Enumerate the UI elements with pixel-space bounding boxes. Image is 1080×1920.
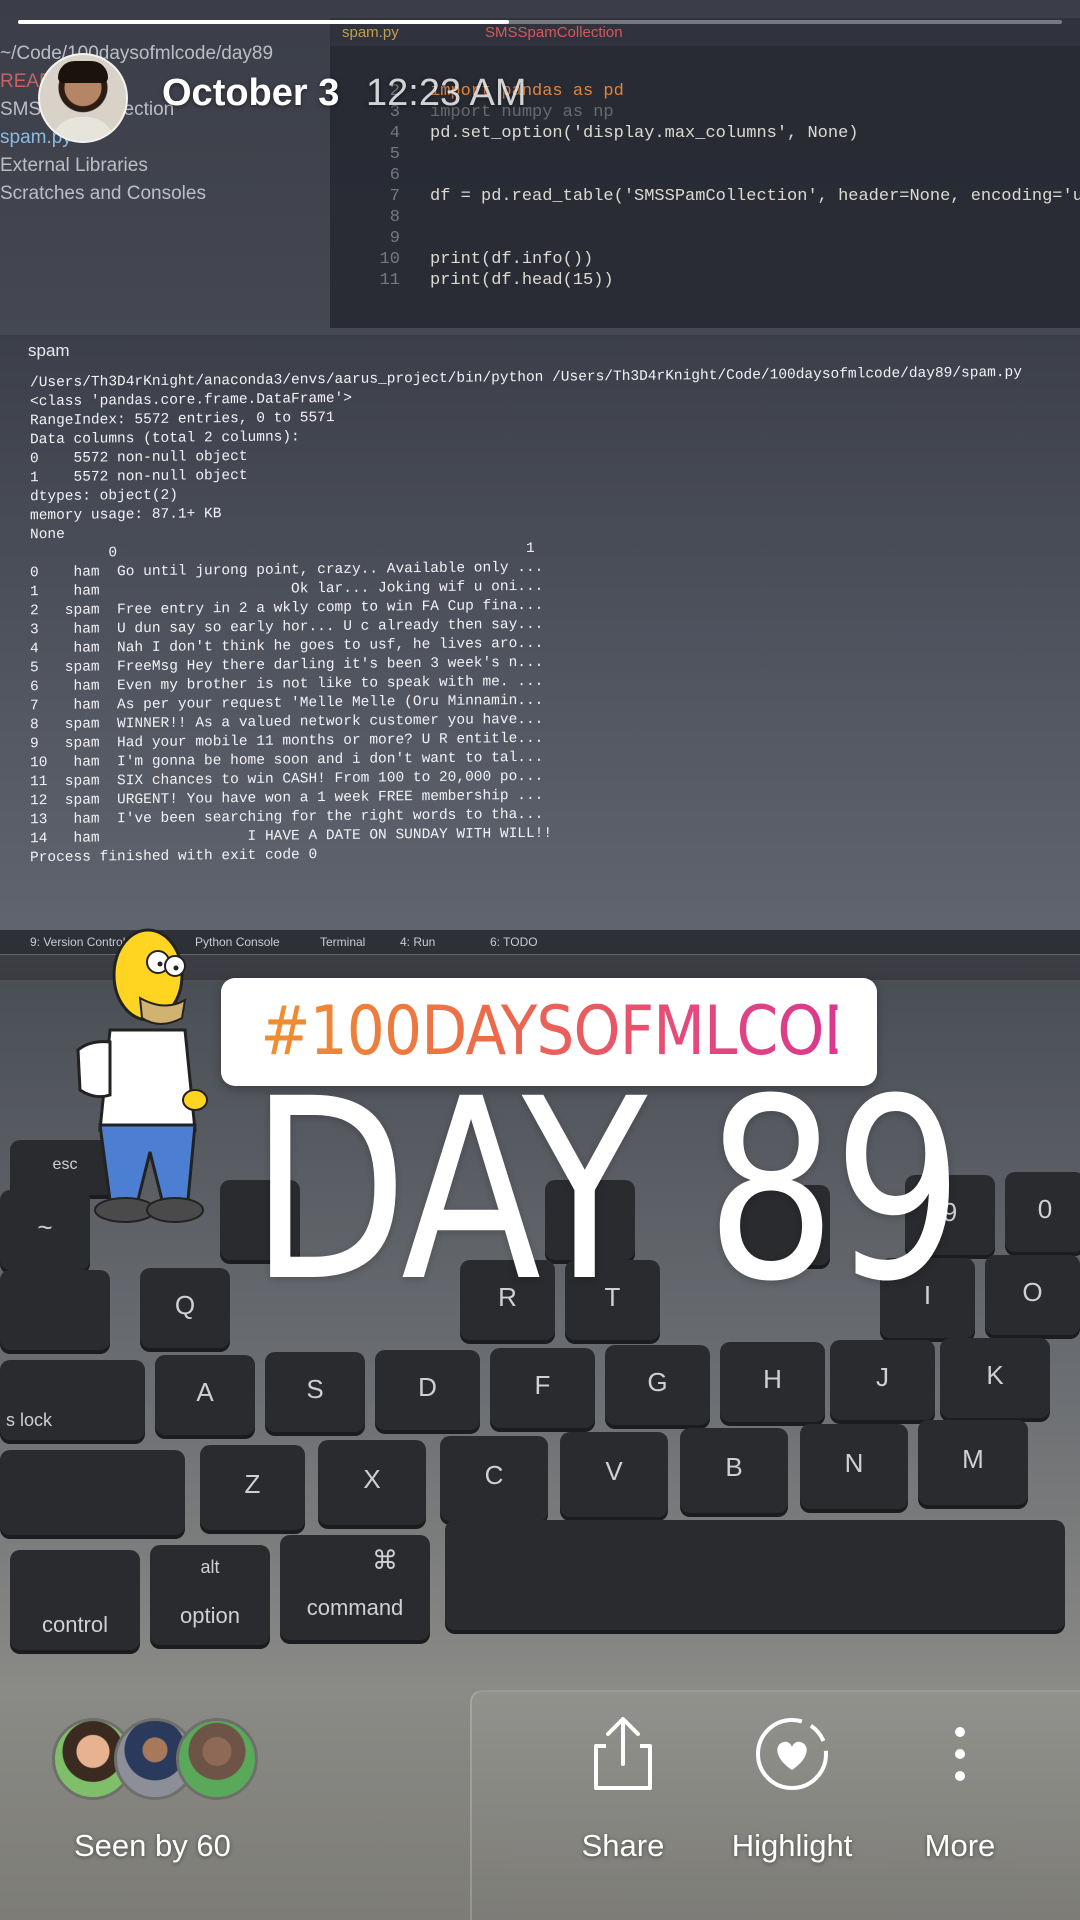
highlight-heart-icon xyxy=(756,1718,828,1790)
photo-console-output: /Users/Th3D4rKnight/anaconda3/envs/aarus… xyxy=(30,364,1022,868)
photo-editor-tab: SMSSpamCollection xyxy=(485,24,623,41)
photo-code-line: 10 print(df.info()) xyxy=(379,250,594,269)
avatar[interactable] xyxy=(38,53,128,143)
photo-key: alt option xyxy=(150,1545,270,1645)
photo-key: J xyxy=(830,1340,935,1420)
photo-key: N xyxy=(800,1424,908,1509)
photo-key: Q xyxy=(140,1268,230,1348)
photo-code-line: 6 xyxy=(389,166,400,185)
seen-by-count[interactable]: Seen by 60 xyxy=(74,1828,231,1864)
photo-code-line: 7 df = pd.read_table('SMSSPamCollection',… xyxy=(389,187,1080,206)
photo-key xyxy=(0,1450,185,1535)
story-timestamp: 12:23 AM xyxy=(366,72,527,114)
photo-toolbar-item: 6: TODO xyxy=(490,935,538,949)
photo-sidebar-line: ~/Code/100daysofmlcode/day89 xyxy=(0,43,274,64)
photo-toolbar-item: Terminal xyxy=(320,935,366,949)
photo-key: B xyxy=(680,1428,788,1513)
photo-code-editor: spam.py SMSSpamCollection 2 import pandas… xyxy=(330,18,1080,328)
photo-key: ⌘ command xyxy=(280,1535,430,1640)
photo-sidebar-line: Scratches and Consoles xyxy=(0,183,206,204)
story-viewer[interactable]: ~/Code/100daysofmlcode/day89 README SMSS… xyxy=(0,0,1080,1920)
day-headline-text[interactable]: DAY 89 xyxy=(250,1066,963,1316)
photo-key: X xyxy=(318,1440,426,1525)
photo-key: H xyxy=(720,1342,825,1422)
photo-key: F xyxy=(490,1348,595,1428)
share-icon xyxy=(594,1717,652,1790)
photo-code-line: 9 xyxy=(389,229,400,248)
photo-code-line: 8 xyxy=(389,208,400,227)
photo-code-line: 11 print(df.head(15)) xyxy=(379,271,614,290)
photo-key-space xyxy=(445,1520,1065,1630)
photo-code-line: 5 xyxy=(389,145,400,164)
highlight-label: Highlight xyxy=(731,1828,853,1863)
story-progress-bar xyxy=(18,20,1062,24)
share-button[interactable]: Share xyxy=(543,1714,703,1894)
avatar-shirt xyxy=(50,117,116,141)
story-progress-fill xyxy=(18,20,509,24)
photo-key: control xyxy=(10,1550,140,1650)
photo-key: V xyxy=(560,1432,668,1517)
photo-key: O xyxy=(985,1255,1080,1335)
photo-key: Z xyxy=(200,1445,305,1530)
highlight-button[interactable]: Highlight xyxy=(712,1714,872,1894)
more-label: More xyxy=(924,1828,996,1863)
avatar-hair xyxy=(58,61,108,83)
photo-key: A xyxy=(155,1355,255,1435)
photo-key: S xyxy=(265,1352,365,1432)
photo-toolbar-item: 4: Run xyxy=(400,935,436,949)
photo-key: D xyxy=(375,1350,480,1430)
photo-key xyxy=(0,1270,110,1350)
photo-editor-tab: spam.py xyxy=(342,24,399,41)
homer-simpson-sticker[interactable] xyxy=(70,920,210,1230)
photo-key: G xyxy=(605,1345,710,1425)
photo-key: M xyxy=(918,1420,1028,1505)
more-button[interactable]: More xyxy=(880,1714,1040,1894)
photo-code-line: 4 pd.set_option('display.max_columns', No… xyxy=(389,124,859,143)
photo-key: K xyxy=(940,1338,1050,1418)
viewer-avatars[interactable] xyxy=(52,1718,272,1800)
photo-console-title: spam xyxy=(28,341,70,360)
story-bottom-bar: Seen by 60 Share Highlight More xyxy=(0,1690,1080,1920)
share-label: Share xyxy=(581,1828,665,1863)
photo-laptop-screen: ~/Code/100daysofmlcode/day89 README SMSS… xyxy=(0,0,1080,980)
photo-run-console: spam /Users/Th3D4rKnight/anaconda3/envs/… xyxy=(0,335,1080,955)
photo-key: 0 xyxy=(1005,1172,1080,1252)
more-dots-icon xyxy=(955,1727,965,1781)
viewer-avatar xyxy=(176,1718,258,1800)
story-date: October 3 xyxy=(162,72,340,114)
photo-key: s lock xyxy=(0,1360,145,1440)
photo-sidebar-line: External Libraries xyxy=(0,155,148,176)
photo-key: C xyxy=(440,1436,548,1521)
